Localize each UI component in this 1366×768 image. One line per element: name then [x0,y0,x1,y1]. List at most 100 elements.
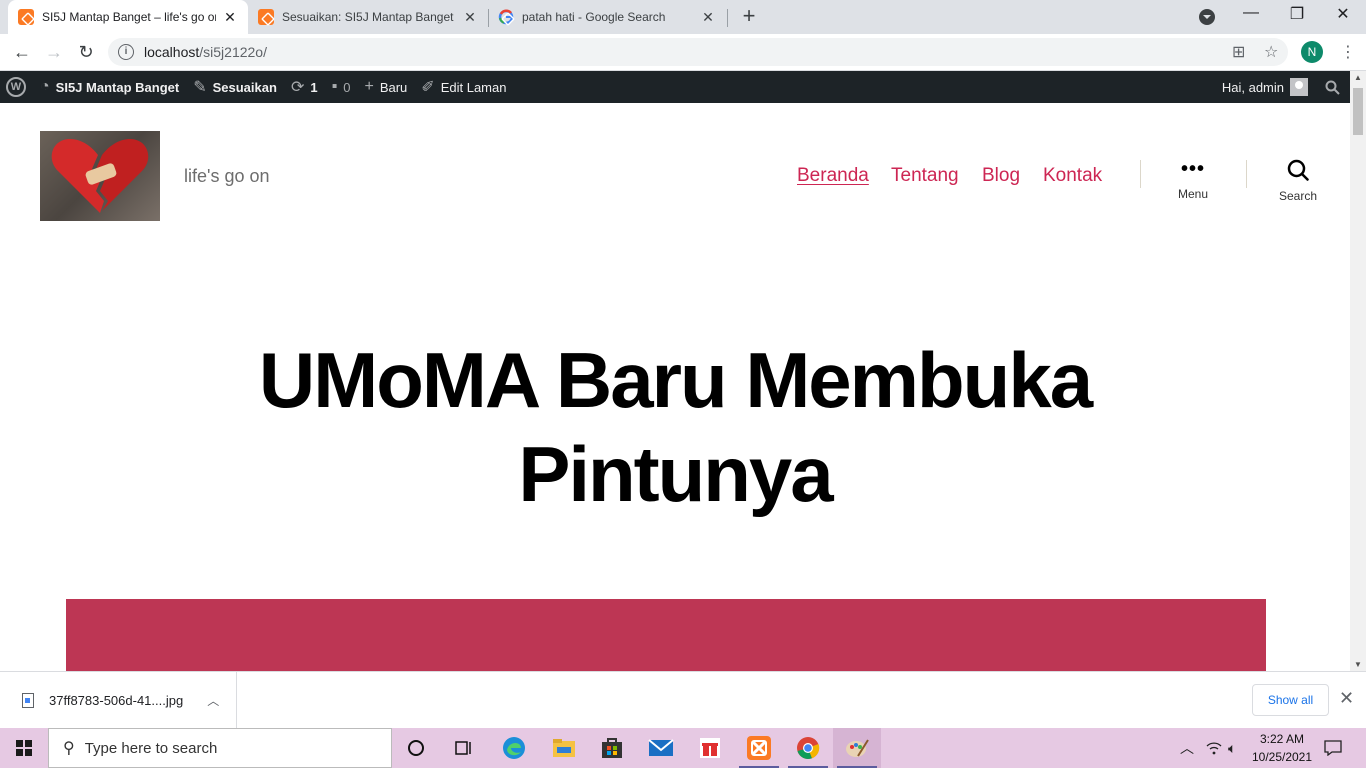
tab-title: patah hati - Google Search [522,10,666,24]
pencil-icon: ✐ [421,79,435,96]
comments-link[interactable]: ▪ 0 [325,71,358,103]
mail-icon[interactable] [637,728,685,768]
menu-toggle[interactable]: ••• Menu [1153,159,1233,201]
tab-customize[interactable]: Sesuaikan: SI5J Mantap Banget – life's g… [248,0,488,34]
close-shelf-icon[interactable]: ✕ [1339,688,1354,709]
windows-logo-icon [16,740,32,756]
volume-icon[interactable]: 🔈︎ [1228,728,1236,768]
browser-toolbar: ← → ↻ i localhost/si5j2122o/ ⊞ ☆ N ⋮ [0,34,1366,71]
site-info-icon[interactable]: i [118,44,134,60]
admin-search-icon[interactable] [1315,71,1350,103]
image-file-icon [22,692,34,708]
nav-link-kontak[interactable]: Kontak [1043,165,1102,187]
updates-link[interactable]: ⟳ 1 [284,71,325,103]
start-button[interactable] [0,728,48,768]
chrome-icon[interactable] [784,728,832,768]
wp-logo-button[interactable]: W [0,71,33,103]
reload-button[interactable]: ↻ [74,40,98,64]
comments-count: 0 [343,79,351,95]
file-explorer-icon[interactable] [540,728,588,768]
tab-title: SI5J Mantap Banget – life's go on [42,10,216,24]
greeting-label: Hai, admin [1221,79,1284,95]
new-content-link[interactable]: + Baru [357,71,414,103]
translate-icon[interactable]: ⊞ [1232,42,1245,62]
cortana-icon[interactable] [392,728,440,768]
customize-link[interactable]: ✎ Sesuaikan [186,71,284,103]
my-account-link[interactable]: Hai, admin [1215,71,1315,103]
address-bar[interactable]: i localhost/si5j2122o/ [108,38,1288,66]
minimize-button[interactable]: — [1236,4,1266,22]
scroll-down-icon[interactable]: ▼ [1350,660,1366,669]
site-tagline: life's go on [184,166,270,186]
restore-button[interactable]: ❐ [1282,4,1312,24]
page-title-line-1: UMoMA Baru Membuka [258,336,1093,424]
cover-block [66,599,1266,671]
ellipsis-icon: ••• [1180,158,1205,180]
nav-link-blog[interactable]: Blog [982,165,1020,187]
scrollbar-thumb[interactable] [1353,88,1363,135]
edge-icon[interactable] [490,728,538,768]
tab-site[interactable]: SI5J Mantap Banget – life's go on ✕ [8,0,248,34]
show-hidden-icons-icon[interactable]: ︿ [1180,728,1194,768]
taskbar-clock[interactable]: 3:22 AM 10/25/2021 [1244,730,1320,766]
taskbar-search-placeholder: Type here to search [84,739,218,757]
chevron-up-icon[interactable]: ︿ [207,692,219,709]
edit-page-link[interactable]: ✐ Edit Laman [414,71,513,103]
notifications-icon[interactable] [1324,728,1342,768]
page-scrollbar[interactable]: ▲ ▼ [1350,71,1366,671]
header-divider [1246,160,1247,188]
google-favicon-icon [498,9,514,25]
xampp-favicon-icon [258,9,274,25]
paint-icon[interactable] [833,728,881,768]
chrome-menu-icon[interactable]: ⋮ [1340,42,1356,62]
taskbar-search-box[interactable]: ⚲ Type here to search [48,728,392,768]
tab-google-search[interactable]: patah hati - Google Search ✕ [488,0,726,34]
nav-link-beranda[interactable]: Beranda [797,165,869,187]
tab-strip: SI5J Mantap Banget – life's go on ✕ Sesu… [0,0,1366,34]
download-shelf: 37ff8783-506d-41....jpg ︿ Show all ✕ [0,671,1366,728]
tab-title: Sesuaikan: SI5J Mantap Banget – life's g… [282,10,456,24]
search-toggle[interactable]: Search [1258,159,1338,203]
new-label: Baru [379,79,408,95]
header-divider [1140,160,1141,188]
menu-label: Menu [1177,187,1209,201]
tab-search-icon[interactable] [1199,9,1215,25]
download-item[interactable]: 37ff8783-506d-41....jpg ︿ [0,672,237,728]
close-tab-icon[interactable]: ✕ [222,9,238,26]
show-all-button[interactable]: Show all [1252,684,1329,716]
wifi-icon[interactable] [1206,728,1222,768]
page-title: UMoMA Baru Membuka Pintunya [0,333,1350,521]
site-name-label: SI5J Mantap Banget [55,79,180,95]
clock-time: 3:22 AM [1259,732,1305,746]
search-label: Search [1278,189,1318,203]
close-window-button[interactable]: ✕ [1328,4,1358,24]
xampp-icon[interactable] [735,728,783,768]
updates-icon: ⟳ [290,79,305,96]
close-tab-icon[interactable]: ✕ [462,9,478,26]
bookmark-star-icon[interactable]: ☆ [1264,42,1278,62]
dashboard-icon: ◔ [40,78,50,95]
store-icon[interactable] [588,728,636,768]
wordpress-logo-icon: W [6,77,26,97]
site-name-link[interactable]: ◔ SI5J Mantap Banget [33,71,186,103]
scroll-up-icon[interactable]: ▲ [1350,73,1366,82]
forward-button[interactable]: → [42,40,66,64]
page-content: life's go on Beranda Tentang Blog Kontak… [0,103,1350,671]
plus-icon: + [364,78,374,95]
site-logo[interactable] [40,131,160,221]
task-view-icon[interactable] [440,728,488,768]
admin-avatar [1290,78,1308,96]
download-filename: 37ff8783-506d-41....jpg [49,692,184,708]
new-tab-button[interactable]: + [738,5,760,27]
xampp-favicon-icon [18,9,34,25]
url-path: /si5j2122o/ [199,44,267,60]
close-tab-icon[interactable]: ✕ [700,9,716,26]
gift-app-icon[interactable] [686,728,734,768]
search-icon: ⚲ [63,740,75,757]
profile-avatar[interactable]: N [1301,41,1323,63]
nav-link-tentang[interactable]: Tentang [891,165,959,187]
comment-icon: ▪ [331,78,338,95]
back-button[interactable]: ← [10,40,34,64]
wp-admin-bar: W ◔ SI5J Mantap Banget ✎ Sesuaikan ⟳ 1 ▪… [0,71,1350,103]
updates-count: 1 [310,79,318,95]
